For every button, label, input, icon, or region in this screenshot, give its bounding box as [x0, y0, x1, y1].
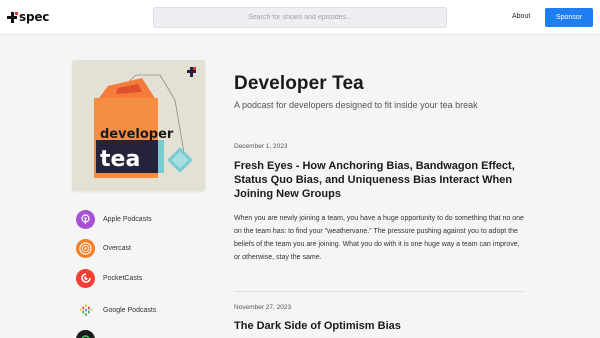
platform-google-podcasts[interactable]: Google Podcasts [76, 300, 216, 320]
platform-label: Overcast [103, 244, 132, 252]
episode-date: November 27, 2023 [234, 304, 292, 311]
spec-logo-wordmark: spec [19, 10, 50, 24]
top-navigation-bar: spec About Sponsor [0, 0, 600, 35]
podcast-cover-art: developer tea [72, 60, 205, 191]
episode-description: When you are newly joining a team, you h… [234, 215, 524, 261]
platform-overcast[interactable]: Overcast [76, 238, 216, 258]
platform-label: PocketCasts [103, 274, 143, 282]
episode-title-link[interactable]: Fresh Eyes - How Anchoring Bias, Bandwag… [234, 159, 524, 201]
spec-logo-icon [7, 11, 18, 23]
cover-text-developer: developer [100, 127, 174, 142]
podcast-app-icon [76, 329, 95, 338]
cover-text-tea: tea [100, 147, 140, 172]
google-podcasts-icon [76, 301, 95, 320]
search-input[interactable] [153, 7, 447, 28]
episode-date: December 1, 2023 [234, 143, 288, 150]
overcast-icon [76, 238, 95, 258]
platform-label: Google Podcasts [103, 306, 157, 314]
platform-pocketcasts[interactable]: PocketCasts [76, 268, 216, 288]
podcast-subtitle: A podcast for developers designed to fit… [234, 100, 478, 110]
apple-podcasts-icon [76, 209, 95, 229]
platform-next[interactable] [76, 329, 216, 338]
sponsor-button[interactable]: Sponsor [545, 8, 593, 27]
platform-apple-podcasts[interactable]: Apple Podcasts [76, 209, 216, 229]
spec-logo[interactable]: spec [7, 11, 49, 23]
tea-bag-illustration: developer tea [94, 67, 196, 178]
pocketcasts-icon [76, 268, 95, 288]
platform-label: Apple Podcasts [103, 215, 152, 223]
about-link[interactable]: About [512, 13, 530, 20]
episode-title-link[interactable]: The Dark Side of Optimism Bias [234, 319, 524, 333]
episode-divider [234, 291, 524, 292]
podcast-title: Developer Tea [234, 73, 364, 94]
